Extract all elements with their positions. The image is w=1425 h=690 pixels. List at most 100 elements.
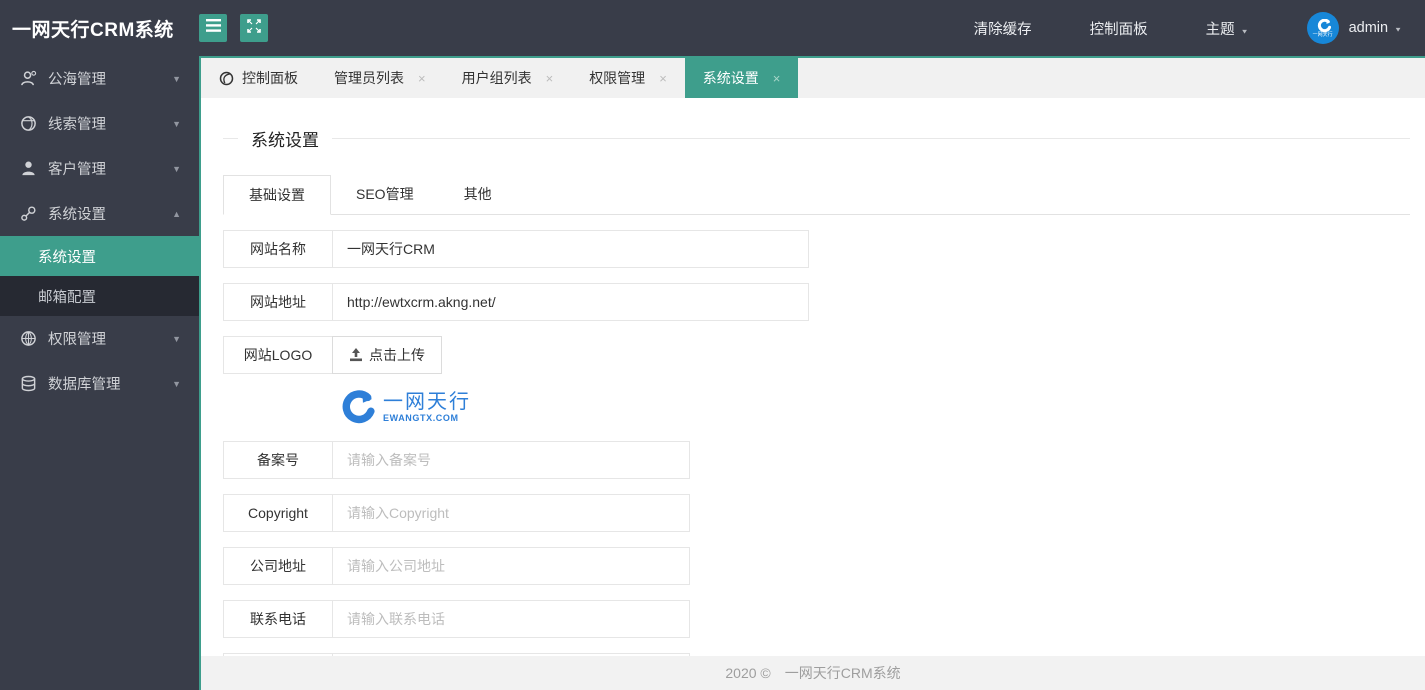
sidebar-item-leads[interactable]: 线索管理 (0, 101, 199, 146)
top-nav: 清除缓存 控制面板 主题 一网天行 admin (974, 12, 1425, 44)
settings-form: 网站名称 网站地址 网站LOGO 点击上传 (223, 230, 1410, 656)
field-label: Copyright (223, 494, 333, 532)
sidebar-item-label: 数据库管理 (48, 377, 121, 393)
tab-dashboard[interactable]: 控制面板 (201, 58, 316, 98)
field-label: 备案号 (223, 441, 333, 479)
tab-basic-settings[interactable]: 基础设置 (223, 175, 331, 215)
form-row-site-name: 网站名称 (223, 230, 1410, 268)
site-logo-mark-icon (342, 390, 375, 424)
site-name-input[interactable] (332, 230, 809, 268)
form-row-site-url: 网站地址 (223, 283, 1410, 321)
settings-tab-group: 基础设置 SEO管理 其他 (223, 175, 1410, 215)
collapse-menu-button[interactable] (199, 14, 227, 42)
legend-line-left (223, 138, 238, 139)
chevron-down-icon (172, 164, 181, 174)
form-row-icp: 备案号 (223, 441, 1410, 479)
upload-icon (350, 348, 362, 362)
app-title: 一网天行CRM系统 (12, 19, 174, 41)
avatar[interactable]: 一网天行 (1306, 12, 1339, 44)
tab-label: 控制面板 (242, 70, 298, 86)
fullscreen-button[interactable] (240, 14, 268, 42)
tab-label: 权限管理 (589, 70, 646, 86)
window-tab-bar: 控制面板 管理员列表 用户组列表 权限管理 系统设置 (201, 58, 1425, 98)
tab-permissions[interactable]: 权限管理 (571, 58, 685, 98)
theme-dropdown[interactable]: 主题 (1206, 18, 1249, 39)
icp-input[interactable] (332, 441, 690, 479)
main-area: 控制面板 管理员列表 用户组列表 权限管理 系统设置 系统设置 (199, 56, 1425, 690)
sidebar-item-database[interactable]: 数据库管理 (0, 361, 199, 406)
sidebar-item-label: 线索管理 (48, 117, 106, 133)
tab-system-settings[interactable]: 系统设置 (684, 58, 799, 98)
sidebar-item-customers[interactable]: 客户管理 (0, 146, 199, 191)
close-icon[interactable] (659, 71, 667, 86)
fullscreen-icon (247, 18, 261, 38)
sidebar-subitem-system-settings[interactable]: 系统设置 (0, 236, 199, 276)
form-row-company-address: 公司地址 (223, 547, 1410, 585)
upload-button-label: 点击上传 (369, 347, 425, 363)
form-row-contact-phone: 联系电话 (223, 600, 1410, 638)
hamburger-icon (205, 19, 221, 37)
field-label: 联系电话 (223, 600, 333, 638)
site-logo-preview: 一网天行 EWANGTX.COM (335, 389, 1410, 425)
user-icon (22, 161, 35, 176)
contact-phone-input[interactable] (332, 600, 690, 638)
close-icon[interactable] (773, 71, 781, 86)
footer-text: 2020 © 一网天行CRM系统 (725, 665, 901, 681)
content-panel: 系统设置 基础设置 SEO管理 其他 网站名称 网站地址 网站LOGO (201, 98, 1425, 656)
sidebar-item-label: 公海管理 (48, 72, 106, 88)
field-label: 公司地址 (223, 547, 333, 585)
sidebar-subitem-label: 系统设置 (38, 249, 96, 266)
tab-other[interactable]: 其他 (439, 175, 517, 214)
form-row-site-logo: 网站LOGO 点击上传 (223, 336, 1410, 374)
field-label: 网站LOGO (223, 336, 333, 374)
close-icon[interactable] (418, 71, 426, 86)
site-logo-domain: EWANGTX.COM (383, 413, 459, 423)
tab-admin-list[interactable]: 管理员列表 (316, 58, 444, 98)
sidebar-item-label: 系统设置 (48, 207, 106, 223)
avatar-logo-icon (1317, 18, 1331, 32)
site-url-input[interactable] (332, 283, 809, 321)
chevron-down-icon (172, 334, 181, 344)
tab-user-group-list[interactable]: 用户组列表 (444, 58, 572, 98)
sidebar-subitem-label: 邮箱配置 (38, 289, 96, 306)
globe-grid-icon (21, 331, 36, 346)
chevron-up-icon (172, 209, 181, 219)
page-title-legend: 系统设置 (223, 126, 1410, 151)
chevron-down-icon (172, 379, 181, 389)
database-icon (21, 375, 36, 392)
sidebar-item-public-sea[interactable]: 公海管理 (0, 56, 199, 101)
nodes-icon (21, 206, 36, 221)
site-logo-text: 一网天行 EWANGTX.COM (383, 391, 471, 423)
chevron-down-icon (172, 119, 181, 129)
legend-line-right (332, 138, 1410, 139)
tab-label: 管理员列表 (334, 70, 404, 86)
user-menu[interactable]: admin (1349, 20, 1402, 36)
control-panel-link[interactable]: 控制面板 (1090, 18, 1148, 39)
footer: 2020 © 一网天行CRM系统 (201, 656, 1425, 690)
avatar-logo-text: 一网天行 (1312, 31, 1333, 38)
sidebar: 公海管理 线索管理 客户管理 系统设置 系统设置 (0, 56, 199, 690)
globe-icon (21, 116, 36, 131)
clear-cache-link[interactable]: 清除缓存 (974, 18, 1032, 39)
form-row-copyright: Copyright (223, 494, 1410, 532)
tab-label: 系统设置 (702, 70, 759, 86)
page-title: 系统设置 (251, 131, 319, 150)
field-label: 网站名称 (223, 230, 333, 268)
sidebar-item-label: 客户管理 (48, 162, 106, 178)
site-logo-title: 一网天行 (383, 391, 471, 413)
user-badge-icon (21, 70, 37, 86)
sidebar-subitem-mail-config[interactable]: 邮箱配置 (0, 276, 199, 316)
upload-button[interactable]: 点击上传 (332, 336, 442, 374)
tab-seo-management[interactable]: SEO管理 (331, 175, 439, 214)
sidebar-item-system-settings[interactable]: 系统设置 (0, 191, 199, 236)
tab-label: 用户组列表 (461, 70, 532, 86)
sidebar-item-label: 权限管理 (48, 332, 106, 348)
sidebar-item-permissions[interactable]: 权限管理 (0, 316, 199, 361)
globe-icon (219, 71, 234, 85)
field-label: 网站地址 (223, 283, 333, 321)
chevron-down-icon (172, 74, 181, 84)
top-bar: 一网天行CRM系统 清除缓存 控制面板 主题 一网天行 admin (0, 0, 1425, 56)
company-address-input[interactable] (332, 547, 690, 585)
close-icon[interactable] (546, 71, 554, 86)
copyright-input[interactable] (332, 494, 690, 532)
